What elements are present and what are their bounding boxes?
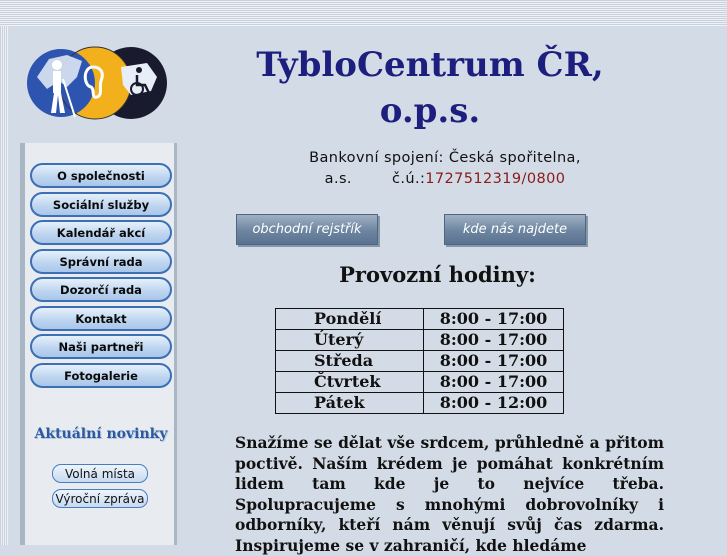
time-cell: 8:00 - 17:00 — [423, 350, 564, 372]
bank-account-number: 1727512319/0800 — [425, 171, 566, 187]
job-openings-button[interactable]: Volná místa — [52, 464, 148, 483]
page-title: TybloCentrum ČR, o.p.s. — [230, 42, 630, 134]
table-row: Pondělí 8:00 - 17:00 — [275, 308, 564, 330]
time-cell: 8:00 - 12:00 — [423, 392, 564, 414]
intro-paragraph: Snažíme se dělat vše srdcem, průhledně a… — [235, 433, 664, 555]
opening-hours-table: Pondělí 8:00 - 17:00 Úterý 8:00 - 17:00 … — [275, 308, 564, 414]
day-cell: Pátek — [275, 392, 424, 414]
bank-line-1: Bankovní spojení: Česká spořitelna, — [309, 150, 581, 166]
day-cell: Pondělí — [275, 308, 424, 330]
day-cell: Úterý — [275, 329, 424, 351]
table-row: Pátek 8:00 - 12:00 — [275, 392, 564, 414]
sidebar-item-about[interactable]: O společnosti — [30, 163, 172, 188]
table-row: Úterý 8:00 - 17:00 — [275, 329, 564, 351]
business-register-button[interactable]: obchodní rejstřík — [236, 214, 378, 245]
bank-account-prefix: a.s. č.ú.: — [324, 171, 426, 187]
news-heading: Aktuální novinky — [34, 426, 168, 442]
tyflocentrum-logo-icon[interactable] — [27, 37, 167, 129]
top-stripe-border — [0, 0, 727, 26]
table-row: Čtvrtek 8:00 - 17:00 — [275, 371, 564, 393]
sidebar-menu: O společnosti Sociální služby Kalendář a… — [30, 163, 172, 391]
sidebar-item-calendar[interactable]: Kalendář akcí — [30, 220, 172, 245]
day-cell: Středa — [275, 350, 424, 372]
opening-hours-heading: Provozní hodiny: — [339, 262, 536, 287]
sidebar-item-social-services[interactable]: Sociální služby — [30, 191, 172, 217]
sidebar-item-gallery[interactable]: Fotogalerie — [30, 362, 172, 388]
table-row: Středa 8:00 - 17:00 — [275, 350, 564, 372]
time-cell: 8:00 - 17:00 — [423, 308, 564, 330]
sidebar-item-board[interactable]: Správní rada — [30, 248, 172, 274]
annual-report-button[interactable]: Výroční zpráva — [52, 489, 148, 508]
bank-info: Bankovní spojení: Česká spořitelna, a.s.… — [270, 148, 620, 190]
sidebar-item-contact[interactable]: Kontakt — [30, 305, 172, 331]
left-stripe-border — [0, 26, 8, 545]
title-line-1: TybloCentrum ČR, — [256, 45, 604, 85]
time-cell: 8:00 - 17:00 — [423, 371, 564, 393]
title-line-2: o.p.s. — [379, 91, 481, 131]
time-cell: 8:00 - 17:00 — [423, 329, 564, 351]
day-cell: Čtvrtek — [275, 371, 424, 393]
find-us-button[interactable]: kde nás najdete — [444, 214, 586, 245]
sidebar-item-supervisory-board[interactable]: Dozorčí rada — [30, 277, 172, 302]
bank-line-2: a.s. č.ú.:1727512319/0800 — [270, 169, 620, 190]
sidebar-item-partners[interactable]: Naši partneři — [30, 334, 172, 359]
